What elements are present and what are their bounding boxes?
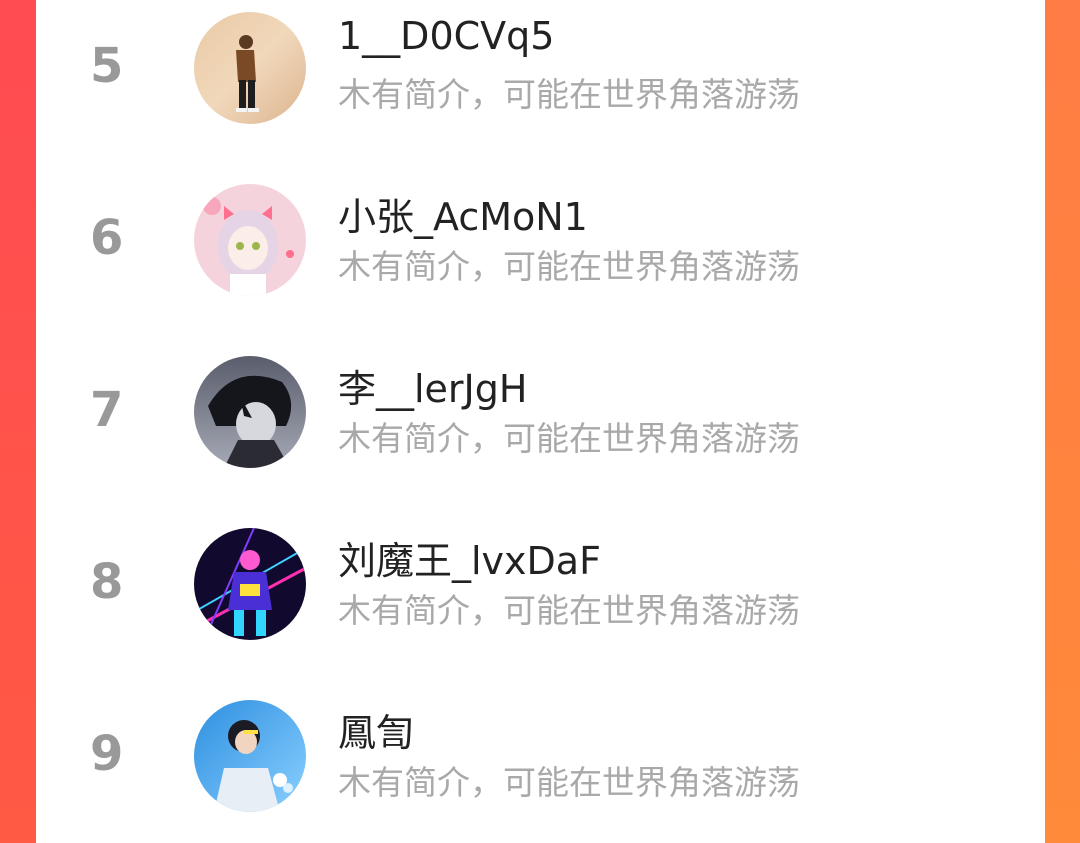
username: 1__D0CVq5 <box>338 14 555 58</box>
username: 鳳訇 <box>338 711 415 755</box>
rank-number: 5 <box>90 38 124 94</box>
ranking-row[interactable]: 9 鳳訇 木有简介，可能在世界角落游荡 <box>36 688 1045 843</box>
user-avatar-blue-portrait-icon[interactable] <box>194 700 306 812</box>
rank-number: 6 <box>90 210 124 266</box>
username: 李__lerJgH <box>338 367 528 411</box>
user-bio: 木有简介，可能在世界角落游荡 <box>338 763 800 802</box>
right-gradient-border <box>1045 0 1080 843</box>
rank-number: 9 <box>90 726 124 782</box>
user-avatar-dark-anime-boy-icon[interactable] <box>194 356 306 468</box>
rank-number: 7 <box>90 382 124 438</box>
user-avatar-walking-figure-icon[interactable] <box>194 12 306 124</box>
rank-number: 8 <box>90 554 124 610</box>
user-bio: 木有简介，可能在世界角落游荡 <box>338 591 800 630</box>
user-bio: 木有简介，可能在世界角落游荡 <box>338 419 800 458</box>
ranking-row[interactable]: 8 刘魔王_lvxDaF 木有简介，可能在世界角落游荡 <box>36 516 1045 688</box>
user-bio: 木有简介，可能在世界角落游荡 <box>338 75 800 114</box>
user-avatar-neon-figure-icon[interactable] <box>194 528 306 640</box>
ranking-row[interactable]: 5 1__D0CVq5 木有简介，可能在世界角落游荡 <box>36 0 1045 172</box>
ranking-panel: 5 1__D0CVq5 木有简介，可能在世界角落游荡 6 小张_AcMoN1 木… <box>36 0 1045 843</box>
username: 小张_AcMoN1 <box>338 195 588 239</box>
user-avatar-anime-girl-icon[interactable] <box>194 184 306 296</box>
ranking-row[interactable]: 7 李__lerJgH 木有简介，可能在世界角落游荡 <box>36 344 1045 516</box>
username: 刘魔王_lvxDaF <box>338 539 601 583</box>
left-gradient-border <box>0 0 36 843</box>
ranking-row[interactable]: 6 小张_AcMoN1 木有简介，可能在世界角落游荡 <box>36 172 1045 344</box>
user-bio: 木有简介，可能在世界角落游荡 <box>338 247 800 286</box>
